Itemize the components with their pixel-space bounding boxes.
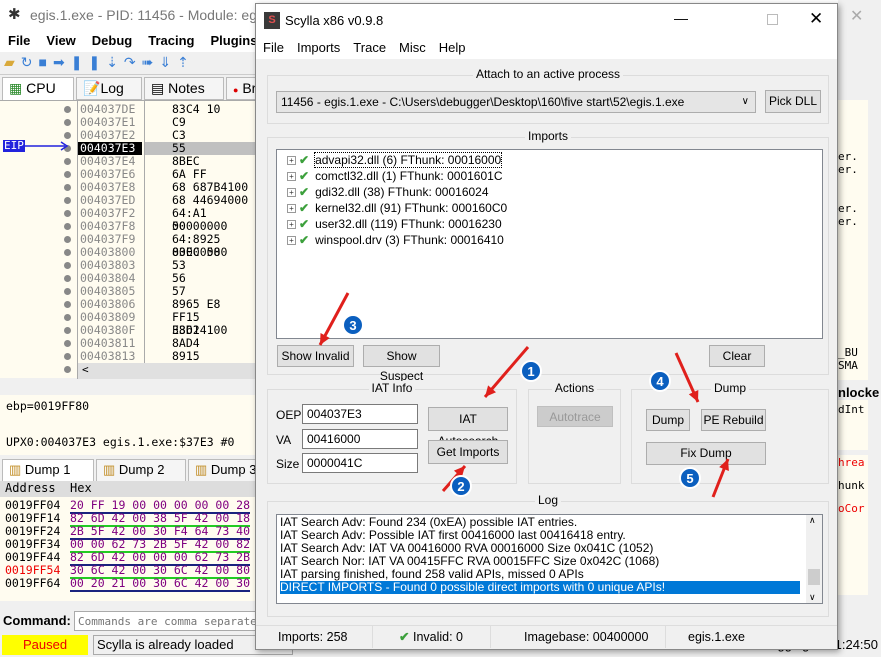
annotation-overlay: 1 2 3 4 5 [318, 292, 730, 498]
step-number: 2 [457, 479, 464, 494]
red-arrow-icon [674, 352, 700, 403]
step-badge-3: 3 [342, 314, 364, 336]
step-badge-2: 2 [450, 475, 472, 497]
step-badge-4: 4 [649, 370, 671, 392]
step-number: 1 [527, 364, 534, 379]
step-number: 3 [349, 318, 356, 333]
step-badge-5: 5 [679, 467, 701, 489]
step-number: 4 [656, 374, 664, 389]
step-number: 5 [686, 471, 693, 486]
step-badge-1: 1 [520, 360, 542, 382]
red-arrow-icon [711, 458, 730, 498]
